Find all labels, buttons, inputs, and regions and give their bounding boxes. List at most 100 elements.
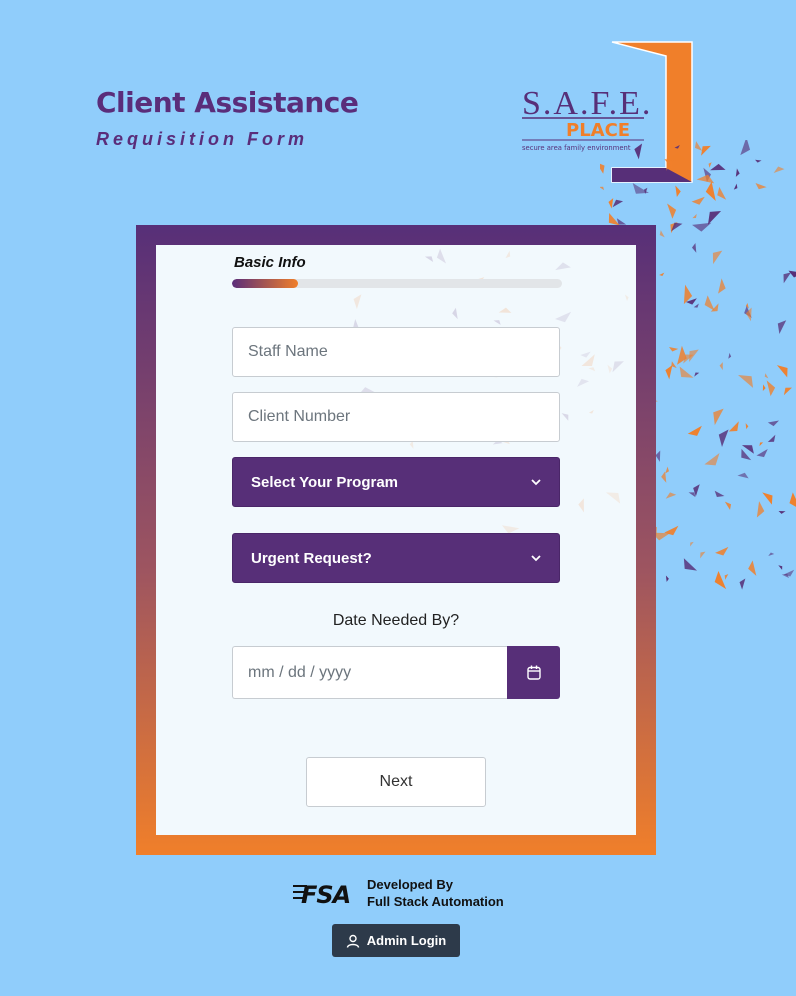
- bird-shape: [600, 161, 605, 174]
- bird-shape: [498, 307, 512, 313]
- calendar-button[interactable]: [507, 646, 560, 699]
- bird-shape: [745, 423, 749, 430]
- bird-shape: [783, 387, 792, 396]
- svg-text:S.A.F.E.: S.A.F.E.: [522, 85, 652, 122]
- bird-shape: [665, 365, 673, 380]
- bird-shape: [715, 546, 729, 556]
- bird-shape: [659, 272, 665, 277]
- bird-shape: [777, 320, 787, 334]
- urgent-request-select[interactable]: Urgent Request?: [232, 533, 560, 583]
- bird-shape: [692, 213, 697, 219]
- bird-shape: [605, 492, 621, 504]
- bird-shape: [708, 162, 712, 168]
- bird-shape: [661, 471, 667, 483]
- bird-shape: [762, 384, 766, 391]
- bird-shape: [424, 256, 434, 262]
- bird-shape: [612, 361, 624, 373]
- client-number-input[interactable]: [232, 392, 560, 442]
- bird-shape: [700, 551, 706, 559]
- bird-shape: [724, 574, 729, 580]
- bird-shape: [755, 183, 767, 190]
- date-needed-label: Date Needed By?: [332, 612, 460, 629]
- developer-text: Developed By Full Stack Automation: [367, 876, 504, 910]
- bird-shape: [353, 294, 362, 310]
- bird-shape: [687, 425, 702, 436]
- page-title: Client Assistance: [96, 86, 359, 119]
- chevron-down-icon: [531, 479, 541, 486]
- bird-shape: [683, 558, 698, 571]
- date-needed-input[interactable]: mm / dd / yyyy: [232, 646, 507, 699]
- bird-shape: [737, 374, 754, 388]
- next-button[interactable]: Next: [306, 757, 486, 807]
- chevron-down-icon: [531, 555, 541, 562]
- bird-shape: [783, 272, 792, 284]
- bird-shape: [677, 345, 687, 365]
- date-needed-group: mm / dd / yyyy: [232, 646, 560, 699]
- bird-shape: [714, 570, 727, 590]
- page-title-block: Client Assistance Requisition Form: [96, 86, 359, 150]
- bird-shape: [667, 203, 677, 219]
- bird-shape: [778, 565, 783, 570]
- bird-shape: [659, 230, 665, 238]
- bird-shape: [561, 413, 569, 421]
- bird-shape: [778, 510, 786, 514]
- bird-shape: [776, 365, 788, 378]
- bird-shape: [728, 421, 739, 432]
- bird-shape: [718, 278, 726, 294]
- bird-shape: [768, 552, 775, 556]
- bird-shape: [493, 320, 501, 325]
- progress-fill: [232, 279, 298, 288]
- bird-shape: [713, 408, 724, 426]
- bird-shape: [728, 352, 732, 359]
- user-icon: [346, 934, 359, 948]
- bird-shape: [664, 525, 679, 536]
- program-select[interactable]: Select Your Program: [232, 457, 560, 507]
- svg-text:PLACE: PLACE: [566, 120, 630, 141]
- bird-shape: [693, 303, 699, 308]
- bird-shape: [764, 373, 769, 379]
- bird-shape: [762, 492, 773, 505]
- bird-shape: [632, 183, 649, 194]
- bird-shape: [756, 501, 765, 518]
- developed-by-label: Developed By: [367, 877, 453, 892]
- bird-shape: [694, 372, 700, 377]
- bird-shape: [748, 560, 757, 576]
- bird-shape: [580, 351, 591, 358]
- bird-shape: [740, 140, 751, 156]
- bird-shape: [578, 498, 584, 513]
- bird-shape: [710, 163, 726, 171]
- bird-shape: [436, 248, 447, 264]
- svg-text:FSA: FSA: [301, 881, 350, 908]
- step-label: Basic Info: [234, 254, 306, 271]
- bird-shape: [505, 250, 511, 259]
- bird-shape: [665, 492, 677, 499]
- bird-shape: [691, 196, 705, 205]
- admin-login-button[interactable]: Admin Login: [332, 924, 460, 957]
- bird-shape: [755, 159, 762, 163]
- bird-shape: [665, 575, 669, 582]
- bird-shape: [554, 311, 572, 323]
- bird-shape: [733, 183, 738, 190]
- bird-shape: [588, 367, 596, 372]
- progress-bar: [232, 279, 562, 288]
- bird-shape: [577, 378, 590, 387]
- bird-shape: [452, 307, 458, 320]
- bird-shape: [783, 569, 795, 577]
- page-subtitle: Requisition Form: [96, 129, 308, 149]
- bird-shape: [735, 168, 740, 177]
- fsa-logo: FSA: [293, 881, 351, 908]
- bird-shape: [789, 492, 796, 510]
- bird-shape: [756, 448, 768, 458]
- urgent-select-label: Urgent Request?: [251, 549, 372, 567]
- bird-shape: [665, 466, 669, 474]
- bird-shape: [608, 198, 614, 209]
- bird-shape: [690, 541, 694, 547]
- bird-shape: [745, 302, 749, 309]
- staff-name-input[interactable]: [232, 327, 560, 377]
- bird-shape: [773, 166, 785, 174]
- bird-shape: [555, 262, 571, 271]
- bird-shape: [704, 453, 720, 466]
- bird-shape: [737, 472, 749, 479]
- bird-shape: [718, 429, 729, 447]
- admin-login-label: Admin Login: [366, 933, 447, 948]
